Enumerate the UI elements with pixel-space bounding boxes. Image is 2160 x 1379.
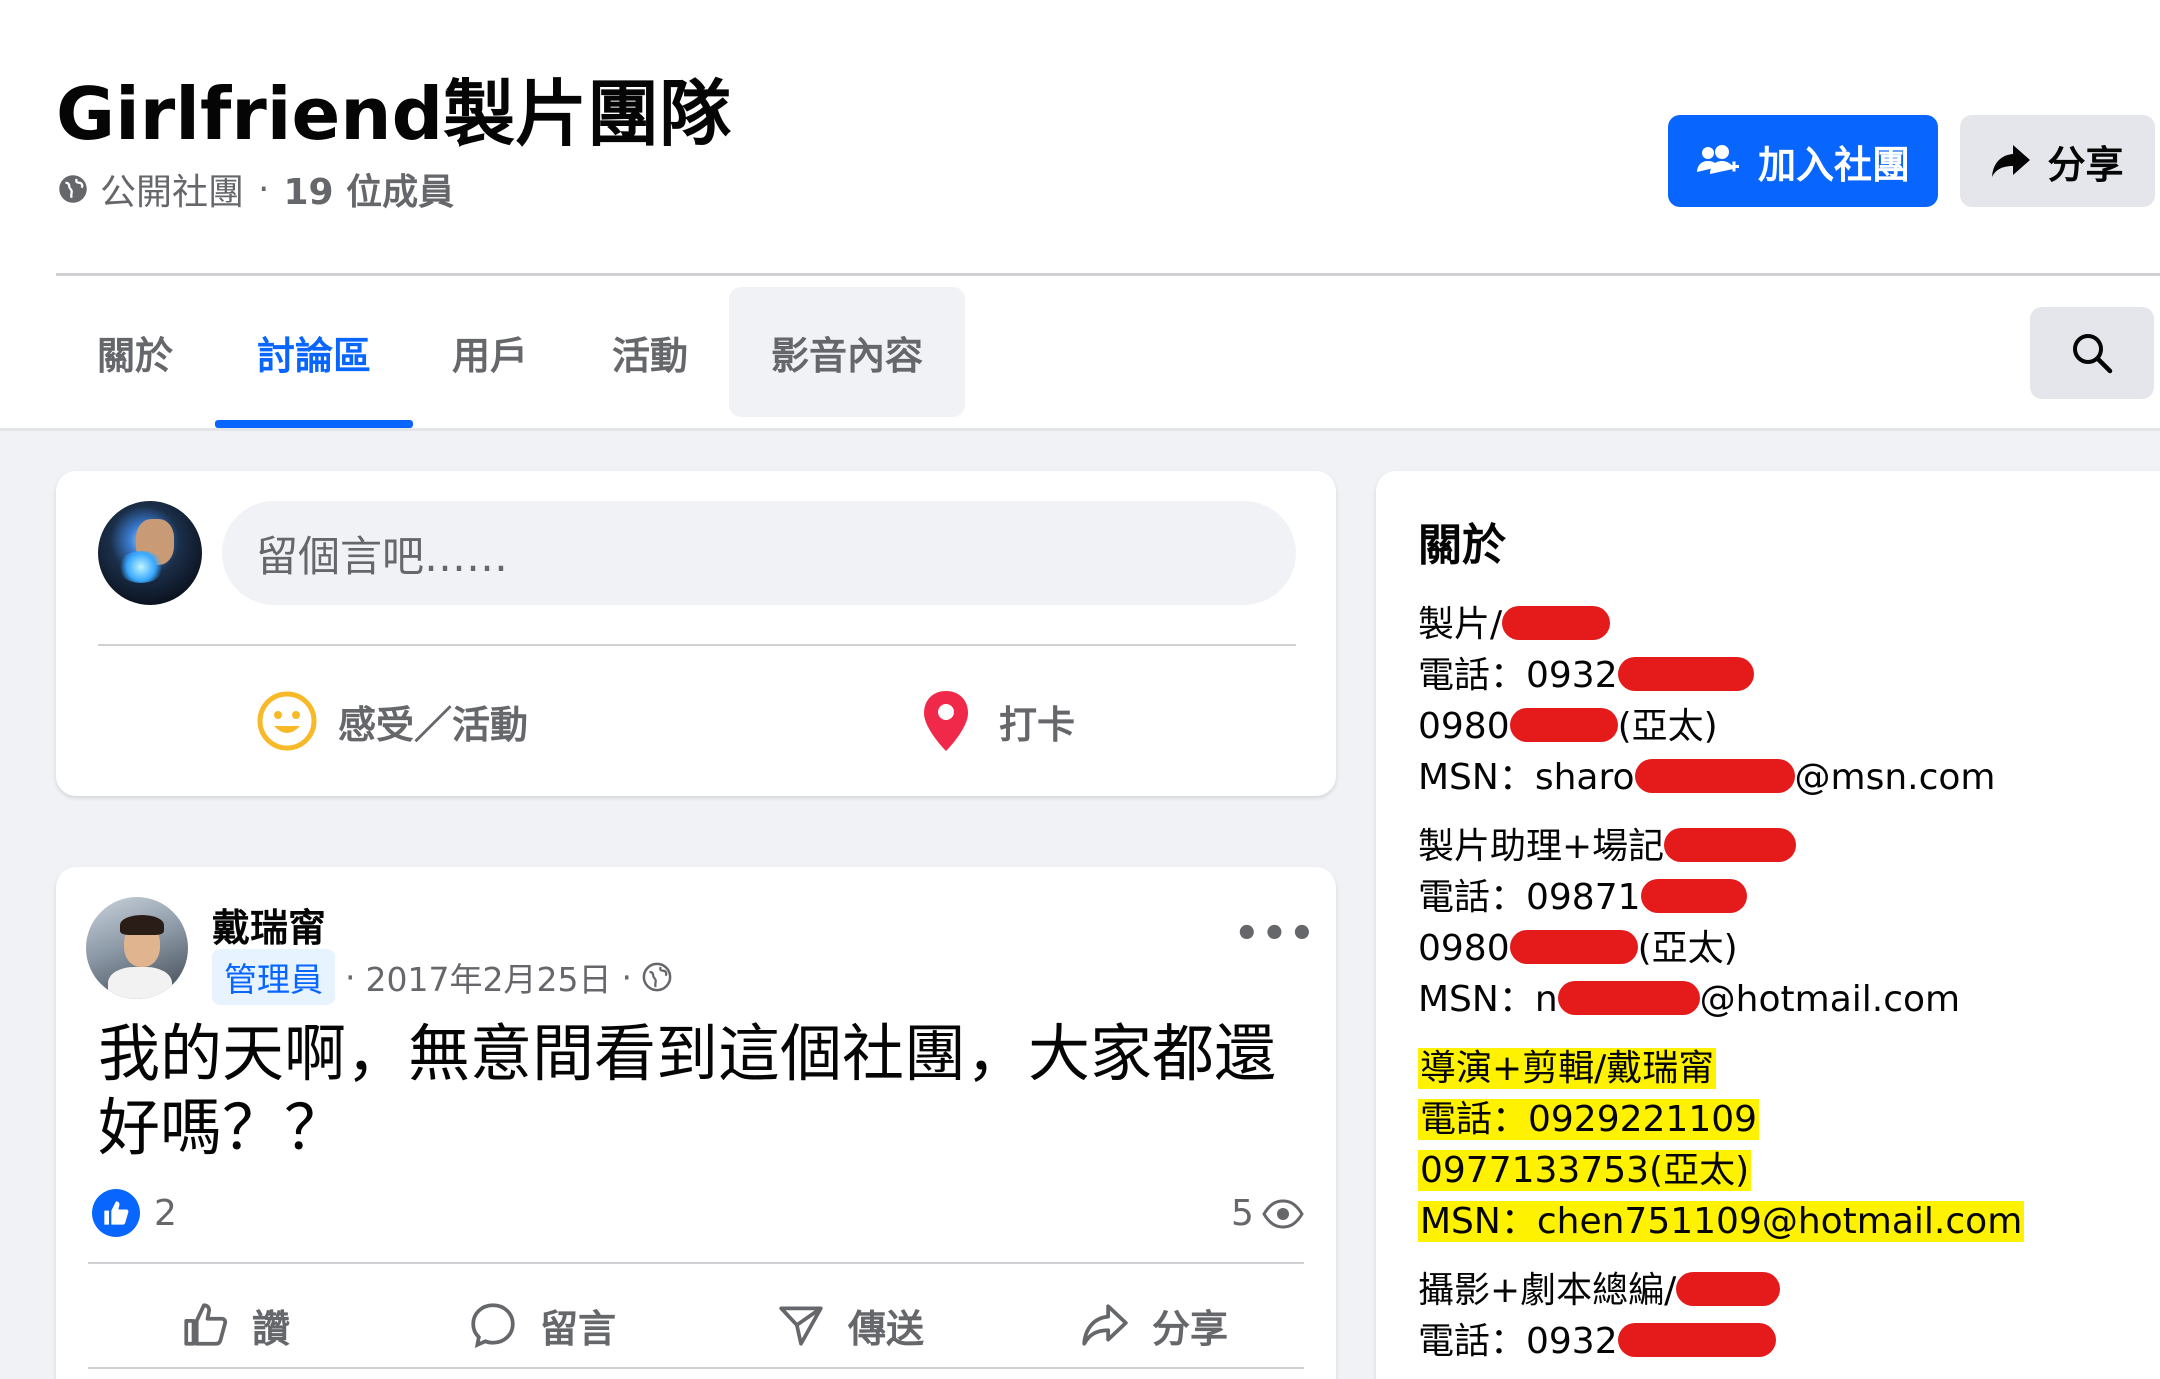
redaction-mark xyxy=(1502,606,1611,640)
tab-users[interactable]: 用戶 xyxy=(440,287,540,417)
about-line: MSN：sharo @msn.com xyxy=(1418,757,1996,798)
author-avatar[interactable] xyxy=(86,897,188,999)
about-line: 導演+剪輯/戴瑞甯 xyxy=(1418,1048,1717,1089)
redaction-mark xyxy=(1617,657,1754,691)
search-button[interactable] xyxy=(2030,307,2154,399)
tab-discussion[interactable]: 討論區 xyxy=(215,287,413,417)
about-line: 0980 (亞太) xyxy=(1418,706,1718,747)
post-composer: 留個言吧…… 感受／活動 打卡 xyxy=(56,471,1336,796)
about-line: 0980 (亞太) xyxy=(1418,928,1738,969)
active-tab-indicator xyxy=(215,420,413,428)
like-label: 讚 xyxy=(252,1306,291,1351)
about-description: 製片/ 電話：0932 0980 (亞太) MSN：sharo @msn.com 製… xyxy=(1418,599,2160,1367)
join-group-button[interactable]: 加入社團 xyxy=(1668,115,1938,207)
redaction-mark xyxy=(1509,930,1638,964)
meta-separator: · xyxy=(258,168,270,210)
privacy-label: 公開社團 xyxy=(100,172,245,213)
post-body: 我的天啊，無意間看到這個社團，大家都還好嗎？？ xyxy=(98,1017,1277,1164)
redaction-mark xyxy=(1676,1272,1781,1306)
globe-icon xyxy=(59,175,87,203)
avatar[interactable] xyxy=(98,501,202,605)
member-count[interactable]: 19 位成員 xyxy=(283,163,454,215)
post-divider xyxy=(88,1262,1304,1264)
thumbs-up-icon xyxy=(184,1303,228,1346)
share-arrow-icon xyxy=(1082,1304,1128,1346)
feed-post: 戴瑞甯 管理員 · 2017年2月25日 · ••• 我的天啊，無意間看到這個社… xyxy=(56,867,1336,1379)
about-line: MSN：chen751109@hotmail.com xyxy=(1418,1201,2025,1242)
eye-icon xyxy=(1262,1198,1304,1229)
share-group-label: 分享 xyxy=(2047,142,2124,187)
about-line: 製片/ xyxy=(1418,599,2160,650)
about-line: 0977133753(亞太) xyxy=(1418,1150,1752,1191)
group-title: Girlfriend製片團隊 xyxy=(56,72,732,156)
view-count-value: 5 xyxy=(1231,1193,1254,1234)
post-author-name[interactable]: 戴瑞甯 xyxy=(212,897,326,952)
group-meta: 公開社團 · 19 位成員 xyxy=(58,163,454,215)
share-arrow-icon xyxy=(1992,145,2031,177)
admin-badge: 管理員 xyxy=(212,949,335,1005)
comment-label: 留言 xyxy=(540,1306,617,1351)
like-count[interactable]: 2 xyxy=(154,1193,177,1234)
meta-separator: · xyxy=(345,957,356,997)
join-group-label: 加入社團 xyxy=(1757,142,1910,187)
send-button[interactable]: 傳送 xyxy=(776,1285,924,1365)
about-line: 製片助理+場記 xyxy=(1418,821,2160,872)
composer-input[interactable]: 留個言吧…… xyxy=(222,501,1296,605)
redaction-mark xyxy=(1634,759,1795,793)
about-line: 電話：0932 xyxy=(1418,1316,2160,1367)
tab-media[interactable]: 影音內容 xyxy=(729,287,965,417)
redaction-mark xyxy=(1509,708,1618,742)
feeling-activity-button[interactable]: 感受／活動 xyxy=(256,681,528,761)
tab-about[interactable]: 關於 xyxy=(80,287,190,417)
post-date[interactable]: 2017年2月25日 xyxy=(366,953,612,1001)
search-icon xyxy=(2073,334,2113,374)
about-line: MSN：n @hotmail.com xyxy=(1418,979,1961,1020)
composer-divider xyxy=(98,644,1296,646)
share-label: 分享 xyxy=(1152,1306,1229,1351)
about-panel: 關於 製片/ 電話：0932 0980 (亞太) MSN：sharo @msn.co… xyxy=(1376,471,2160,1379)
meta-separator: · xyxy=(621,957,632,997)
location-pin-icon xyxy=(924,691,968,751)
redaction-mark xyxy=(1617,1323,1776,1357)
share-group-button[interactable]: 分享 xyxy=(1960,115,2155,207)
more-icon[interactable]: ••• xyxy=(1234,911,1317,957)
about-title: 關於 xyxy=(1418,520,1506,571)
header-shadow xyxy=(0,428,2160,431)
like-reaction-icon[interactable] xyxy=(92,1189,140,1237)
view-count: 5 xyxy=(1231,1193,1304,1234)
share-post-button[interactable]: 分享 xyxy=(1080,1285,1228,1365)
about-line: 電話：0929221109 xyxy=(1418,1099,1760,1140)
globe-icon xyxy=(642,962,672,992)
about-line: 攝影+劇本總編/ xyxy=(1418,1265,2160,1316)
header-divider xyxy=(56,273,2160,276)
feeling-activity-label: 感受／活動 xyxy=(338,702,529,747)
send-icon xyxy=(779,1306,823,1346)
check-in-label: 打卡 xyxy=(999,702,1076,747)
send-label: 傳送 xyxy=(848,1306,925,1351)
post-meta: 管理員 · 2017年2月25日 · xyxy=(212,949,672,1005)
redaction-mark xyxy=(1640,879,1747,913)
smile-icon xyxy=(257,691,317,751)
redaction-mark xyxy=(1664,828,1797,862)
post-divider xyxy=(88,1367,1304,1369)
tab-events[interactable]: 活動 xyxy=(600,287,700,417)
check-in-button[interactable]: 打卡 xyxy=(921,681,1075,761)
comment-button[interactable]: 留言 xyxy=(468,1285,616,1365)
thumbs-up-icon xyxy=(104,1201,129,1225)
comment-icon xyxy=(471,1303,515,1348)
about-line: 電話：0932 xyxy=(1418,650,2160,701)
redaction-mark xyxy=(1557,981,1700,1015)
add-people-icon xyxy=(1696,145,1739,174)
like-button[interactable]: 讚 xyxy=(180,1285,290,1365)
about-line: 電話：09871 xyxy=(1418,872,2160,923)
